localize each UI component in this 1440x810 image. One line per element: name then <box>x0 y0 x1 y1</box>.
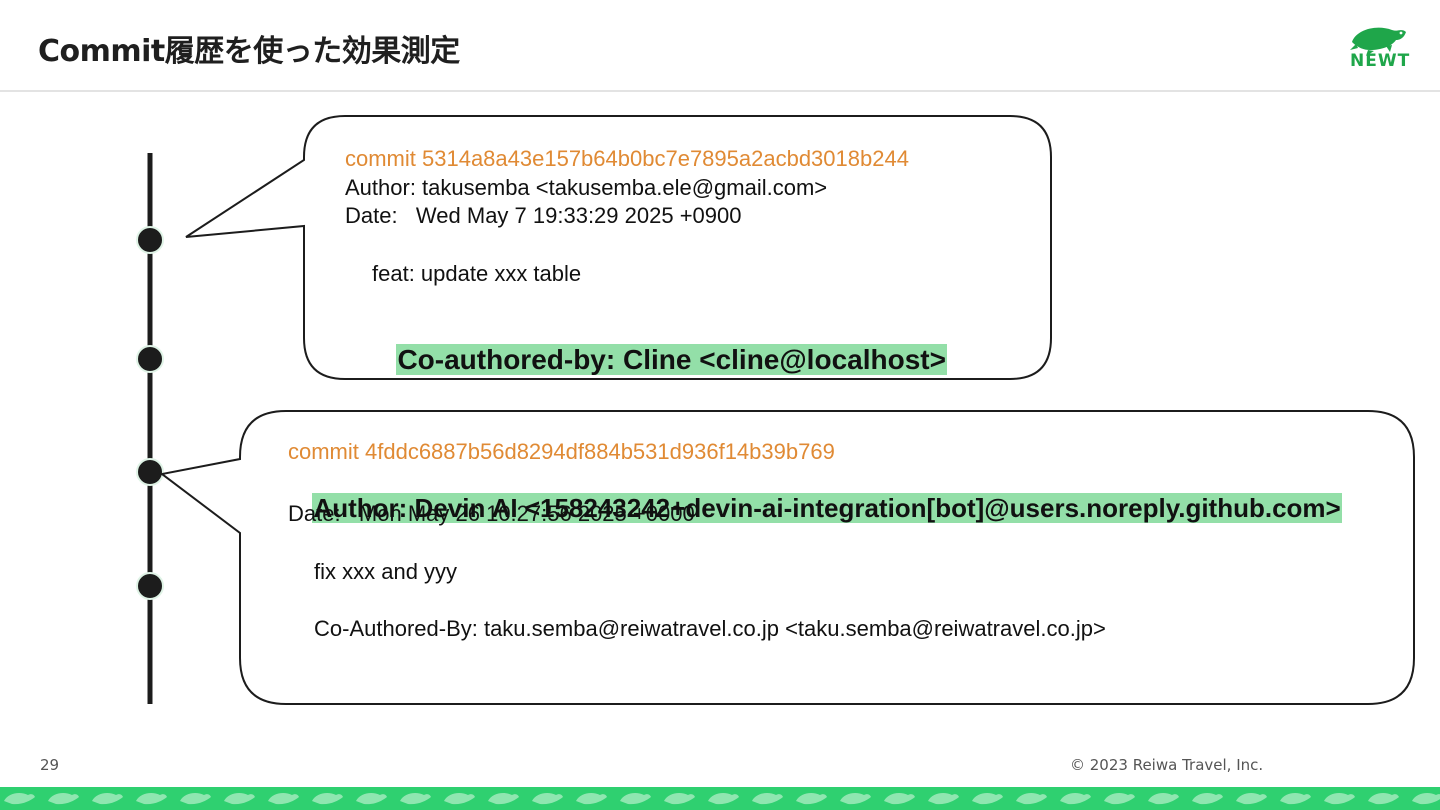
footer-turtle-icon <box>620 793 651 805</box>
copyright-text: © 2023 Reiwa Travel, Inc. <box>1070 756 1264 774</box>
commit-hash: commit 5314a8a43e157b64b0bc7e7895a2acbd3… <box>345 146 909 171</box>
commit-coauthor: Co-Authored-By: taku.semba@reiwatravel.c… <box>314 616 1106 641</box>
footer-turtle-icon <box>1192 793 1223 805</box>
footer-turtle-icon <box>400 793 431 805</box>
footer-turtle-icon <box>1280 793 1311 805</box>
footer-turtle-icon <box>576 793 607 805</box>
footer-turtle-icon <box>884 793 915 805</box>
commit-date: Date: Mon May 26 10:27:56 2025 +0000 <box>288 501 695 526</box>
commit-timeline-diagram <box>136 115 1415 705</box>
footer-turtle-icon <box>972 793 1003 805</box>
footer-band <box>0 787 1440 810</box>
footer-turtle-icon <box>312 793 343 805</box>
footer-turtle-icon <box>48 793 79 805</box>
footer-turtle-icon <box>4 793 35 805</box>
commit-hash: commit 4fddc6887b56d8294df884b531d936f14… <box>288 439 835 464</box>
footer-turtle-icon <box>532 793 563 805</box>
commit-1-log: commit 5314a8a43e157b64b0bc7e7895a2acbd3… <box>345 0 947 375</box>
footer-turtle-icon <box>444 793 475 805</box>
page-number: 29 <box>40 756 60 774</box>
timeline-node <box>136 226 164 254</box>
footer-turtle-icon <box>1060 793 1091 805</box>
commit-date: Date: Wed May 7 19:33:29 2025 +0900 <box>345 203 742 228</box>
footer-turtle-pattern <box>4 793 1440 805</box>
footer-turtle-icon <box>796 793 827 805</box>
footer-turtle-icon <box>1016 793 1047 805</box>
footer-turtle-icon <box>180 793 211 805</box>
timeline-node <box>136 345 164 373</box>
footer-turtle-icon <box>752 793 783 805</box>
coauthor-highlight: Co-authored-by: Cline <cline@localhost> <box>396 344 947 375</box>
footer-turtle-icon <box>136 793 167 805</box>
footer-turtle-icon <box>708 793 739 805</box>
timeline-node <box>136 458 164 486</box>
commit-message: fix xxx and yyy <box>314 559 458 584</box>
commit-message: feat: update xxx table <box>372 261 582 286</box>
footer-turtle-icon <box>664 793 695 805</box>
footer-turtle-icon <box>928 793 959 805</box>
footer-turtle-icon <box>268 793 299 805</box>
footer-turtle-icon <box>224 793 255 805</box>
footer-turtle-icon <box>92 793 123 805</box>
footer-turtle-icon <box>1236 793 1267 805</box>
commit-2-log: commit 4fddc6887b56d8294df884b531d936f14… <box>288 0 1342 641</box>
footer-turtle-icon <box>1148 793 1179 805</box>
footer-turtle-icon <box>1324 793 1355 805</box>
footer-turtle-icon <box>1412 793 1440 805</box>
footer-turtle-icon <box>1104 793 1135 805</box>
footer-turtle-icon <box>840 793 871 805</box>
footer-turtle-icon <box>1368 793 1399 805</box>
commit-author: Author: takusemba <takusemba.ele@gmail.c… <box>345 175 828 200</box>
timeline-node <box>136 572 164 600</box>
footer-turtle-icon <box>356 793 387 805</box>
footer-turtle-icon <box>488 793 519 805</box>
